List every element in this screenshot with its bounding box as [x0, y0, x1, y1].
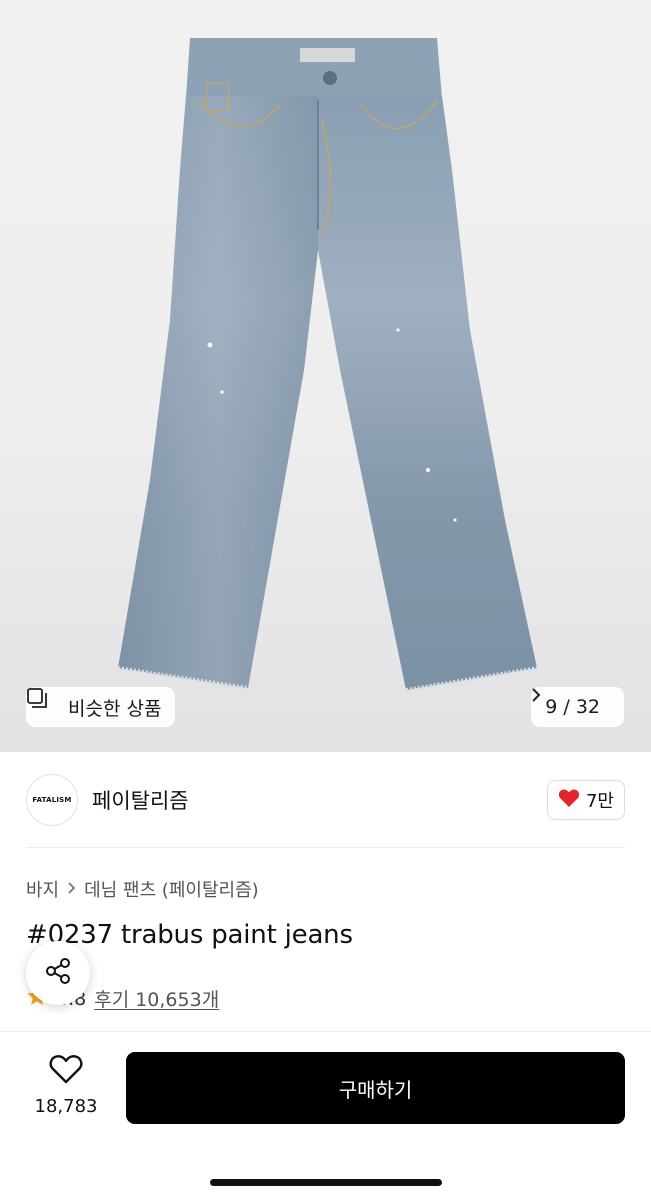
home-indicator	[210, 1179, 442, 1186]
breadcrumb-subcategory[interactable]: 데님 팬츠 (페이탈리즘)	[84, 876, 259, 902]
heart-outline-icon	[49, 1054, 83, 1088]
breadcrumb: 바지 데님 팬츠 (페이탈리즘)	[26, 876, 259, 902]
buy-button[interactable]: 구매하기	[126, 1052, 625, 1124]
wishlist-count: 18,783	[34, 1096, 98, 1117]
brand-name[interactable]: 페이탈리즘	[92, 785, 189, 815]
reviews-link[interactable]: 후기 10,653개	[94, 985, 219, 1012]
heart-icon	[558, 788, 580, 813]
bottom-action-bar: 18,783 구매하기	[0, 1031, 651, 1200]
divider	[26, 847, 625, 848]
wishlist-button[interactable]: 18,783	[28, 1054, 104, 1117]
brand-row[interactable]: FATALISM 페이탈리즘 7만	[26, 774, 625, 826]
similar-products-button[interactable]: 비슷한 상품	[26, 687, 176, 727]
image-counter-text: 9 / 32	[545, 696, 600, 718]
product-jeans-image	[117, 38, 538, 692]
image-counter-button[interactable]: 9 / 32	[531, 687, 624, 727]
product-image-gallery[interactable]: 비슷한 상품 9 / 32	[0, 0, 651, 752]
chevron-right-icon	[67, 880, 76, 899]
brand-like-button[interactable]: 7만	[546, 780, 625, 820]
share-icon	[43, 956, 73, 990]
brand-like-count: 7만	[585, 791, 614, 812]
breadcrumb-category[interactable]: 바지	[26, 876, 59, 902]
brand-logo[interactable]: FATALISM	[26, 774, 78, 826]
similar-products-label: 비슷한 상품	[68, 697, 162, 720]
similar-products-icon	[27, 688, 60, 718]
share-button[interactable]	[26, 941, 90, 1005]
